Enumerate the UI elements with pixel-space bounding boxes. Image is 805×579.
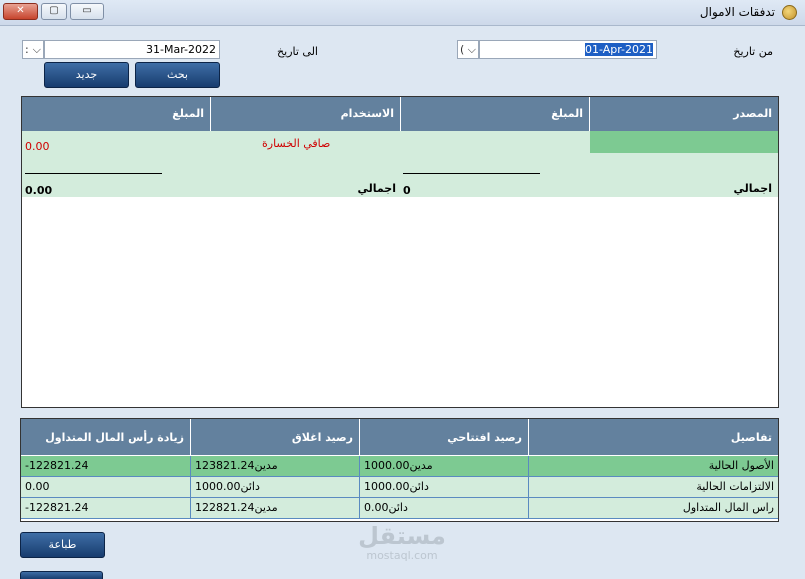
cell-detail: الأصول الحالية	[528, 456, 778, 476]
usage-subtotal-line	[25, 173, 162, 174]
title-bar: تدفقات الاموال ✕ ▢ ▭	[0, 0, 805, 26]
cell-opening: 0.00دائن	[359, 498, 528, 518]
cell-increase: -122821.24	[25, 501, 89, 514]
chevron-down-icon: ⌵	[32, 43, 41, 56]
to-date-value: 31-Mar-2022	[146, 43, 216, 56]
cell-detail: راس المال المتداول	[528, 498, 778, 518]
search-button[interactable]: بحث	[135, 62, 220, 88]
window-title: تدفقات الاموال	[699, 5, 775, 19]
partially-hidden-button[interactable]	[20, 571, 103, 579]
usage-total-label: اجمالي	[357, 182, 396, 195]
to-dropdown-value: :	[25, 43, 29, 56]
to-date-label: الى تاريخ	[277, 45, 318, 58]
cell-opening: 1000.00مدين	[359, 456, 528, 476]
chevron-down-icon: ⌵	[467, 43, 476, 56]
print-button[interactable]: طباعة	[20, 532, 105, 558]
grid-header-increase: زيادة رأس المال المتداول	[21, 419, 190, 455]
new-button[interactable]: جديد	[44, 62, 129, 88]
source-total-label: اجمالي	[733, 182, 772, 195]
selected-source-cell[interactable]	[590, 131, 778, 153]
grid-header-closing: رصيد اغلاق	[190, 419, 359, 455]
usage-total-value: 0.00	[25, 184, 53, 197]
cell-opening: 1000.00دائن	[359, 477, 528, 497]
close-button[interactable]: ✕	[3, 3, 38, 20]
cell-closing: 123821.24مدين	[190, 456, 359, 476]
header-usage: الاستخدام	[211, 97, 401, 131]
minimize-button[interactable]: ▭	[70, 3, 104, 20]
net-loss-label: صافي الخسارة	[262, 137, 331, 150]
cell-closing: 1000.00دائن	[190, 477, 359, 497]
net-loss-value: 0.00	[25, 140, 50, 153]
header-amount-usage: المبلغ	[22, 97, 211, 131]
cell-detail: الالتزامات الحالية	[528, 477, 778, 497]
header-amount-source: المبلغ	[401, 97, 590, 131]
cell-increase: 0.00	[25, 480, 50, 493]
watermark-arabic: مستقل	[358, 522, 446, 550]
restore-button[interactable]: ▢	[41, 3, 67, 20]
funds-flow-panel: المصدر المبلغ الاستخدام المبلغ صافي الخس…	[21, 96, 779, 408]
to-date-input[interactable]: 31-Mar-2022	[44, 40, 220, 59]
source-total-value: 0	[403, 184, 411, 197]
table-row[interactable]: راس المال المتداول 0.00دائن 122821.24مدي…	[21, 498, 778, 519]
grid-header-opening: رصيد افتتاحي	[359, 419, 528, 455]
cell-increase: -122821.24	[25, 459, 89, 472]
from-date-value: 01-Apr-2021	[584, 43, 653, 56]
grid-header-details: تفاصيل	[528, 419, 778, 455]
from-date-dropdown[interactable]: ( ⌵	[457, 40, 479, 59]
from-date-input[interactable]: 01-Apr-2021	[479, 40, 657, 59]
source-subtotal-line	[403, 173, 540, 174]
cell-closing: 122821.24مدين	[190, 498, 359, 518]
watermark-latin: mostaql.com	[366, 549, 438, 562]
working-capital-grid: تفاصيل رصيد افتتاحي رصيد اغلاق زيادة رأس…	[20, 418, 779, 522]
table-row[interactable]: الالتزامات الحالية 1000.00دائن 1000.00دا…	[21, 477, 778, 498]
from-date-label: من تاريخ	[733, 45, 773, 58]
header-source: المصدر	[590, 97, 778, 131]
to-date-dropdown[interactable]: : ⌵	[22, 40, 44, 59]
mostaql-watermark: مستقل mostaql.com	[352, 522, 452, 562]
app-icon	[782, 5, 797, 20]
from-dropdown-value: (	[460, 43, 465, 56]
table-row[interactable]: الأصول الحالية 1000.00مدين 123821.24مدين…	[21, 456, 778, 477]
